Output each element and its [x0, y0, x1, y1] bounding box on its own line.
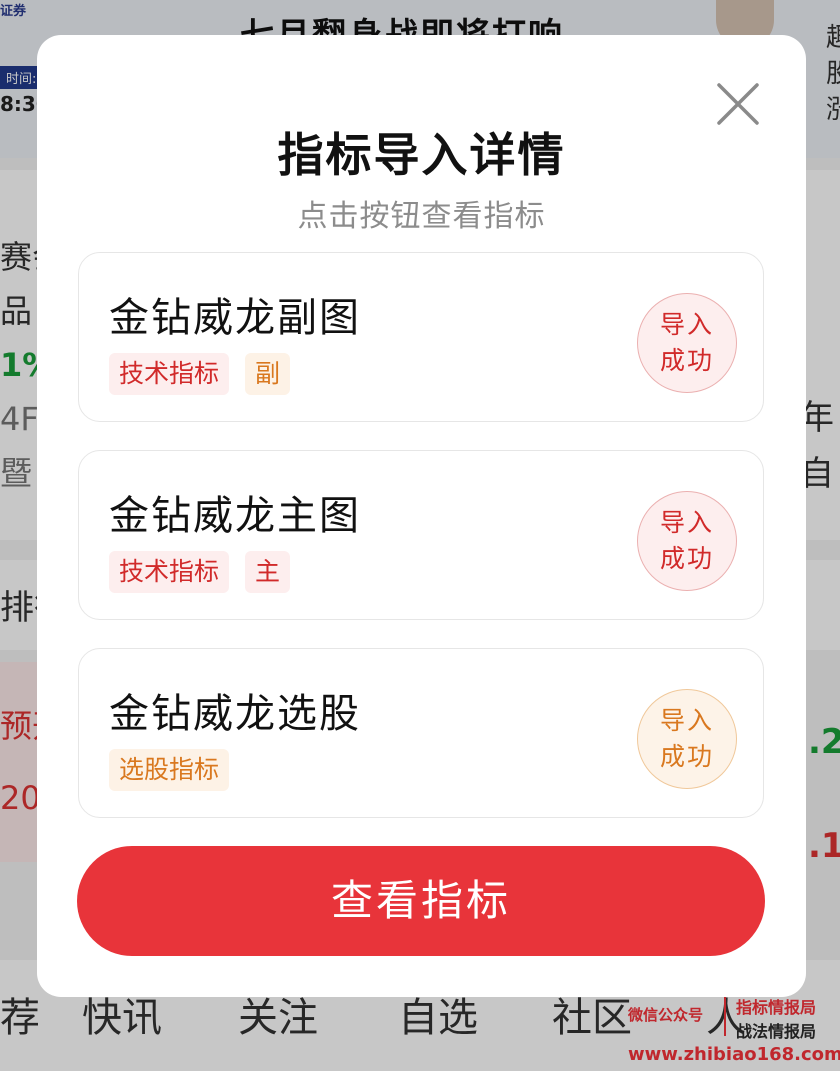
indicator-name: 金钻威龙选股: [109, 691, 361, 737]
tag-main: 主: [245, 551, 291, 593]
tag-technical: 技术指标: [109, 353, 230, 395]
badge-line2: 成功: [659, 742, 714, 771]
indicator-card[interactable]: 金钻威龙选股 选股指标 导入 成功: [78, 648, 764, 818]
watermark: 微信公众号 指标情报局 战法情报局 www.zhibiao168.com: [628, 994, 840, 1071]
badge-line1: 导入: [659, 310, 714, 339]
modal-subtitle: 点击按钮查看指标: [297, 199, 546, 234]
tag-sub: 副: [245, 353, 291, 395]
import-details-modal: 指标导入详情 点击按钮查看指标 金钻威龙副图 技术指标 副 导入 成功 金钻威龙…: [37, 35, 806, 997]
close-icon: [717, 83, 759, 125]
tag-stock-selection: 选股指标: [109, 749, 230, 791]
badge-line1: 导入: [659, 508, 714, 537]
badge-line2: 成功: [659, 346, 714, 375]
indicator-name: 金钻威龙副图: [109, 295, 361, 341]
indicator-name: 金钻威龙主图: [109, 493, 361, 539]
indicator-tags: 选股指标: [109, 749, 230, 791]
watermark-line1: 指标情报局: [736, 998, 817, 1017]
tag-technical: 技术指标: [109, 551, 230, 593]
watermark-wechat-label: 微信公众号: [628, 1006, 704, 1024]
indicator-card[interactable]: 金钻威龙主图 技术指标 主 导入 成功: [78, 450, 764, 620]
indicator-card[interactable]: 金钻威龙副图 技术指标 副 导入 成功: [78, 252, 764, 422]
import-success-badge: 导入 成功: [637, 293, 737, 393]
close-button[interactable]: [715, 81, 761, 127]
badge-line2: 成功: [659, 544, 714, 573]
indicator-tags: 技术指标 主: [109, 551, 291, 593]
modal-title: 指标导入详情: [277, 128, 566, 182]
badge-line1: 导入: [659, 706, 714, 735]
watermark-divider: [724, 996, 726, 1036]
indicator-tags: 技术指标 副: [109, 353, 291, 395]
watermark-line2: 战法情报局: [736, 1022, 817, 1041]
view-indicators-button[interactable]: 查看指标: [77, 846, 765, 956]
watermark-url: www.zhibiao168.com: [628, 1044, 840, 1065]
import-success-badge: 导入 成功: [637, 491, 737, 591]
import-success-badge: 导入 成功: [637, 689, 737, 789]
